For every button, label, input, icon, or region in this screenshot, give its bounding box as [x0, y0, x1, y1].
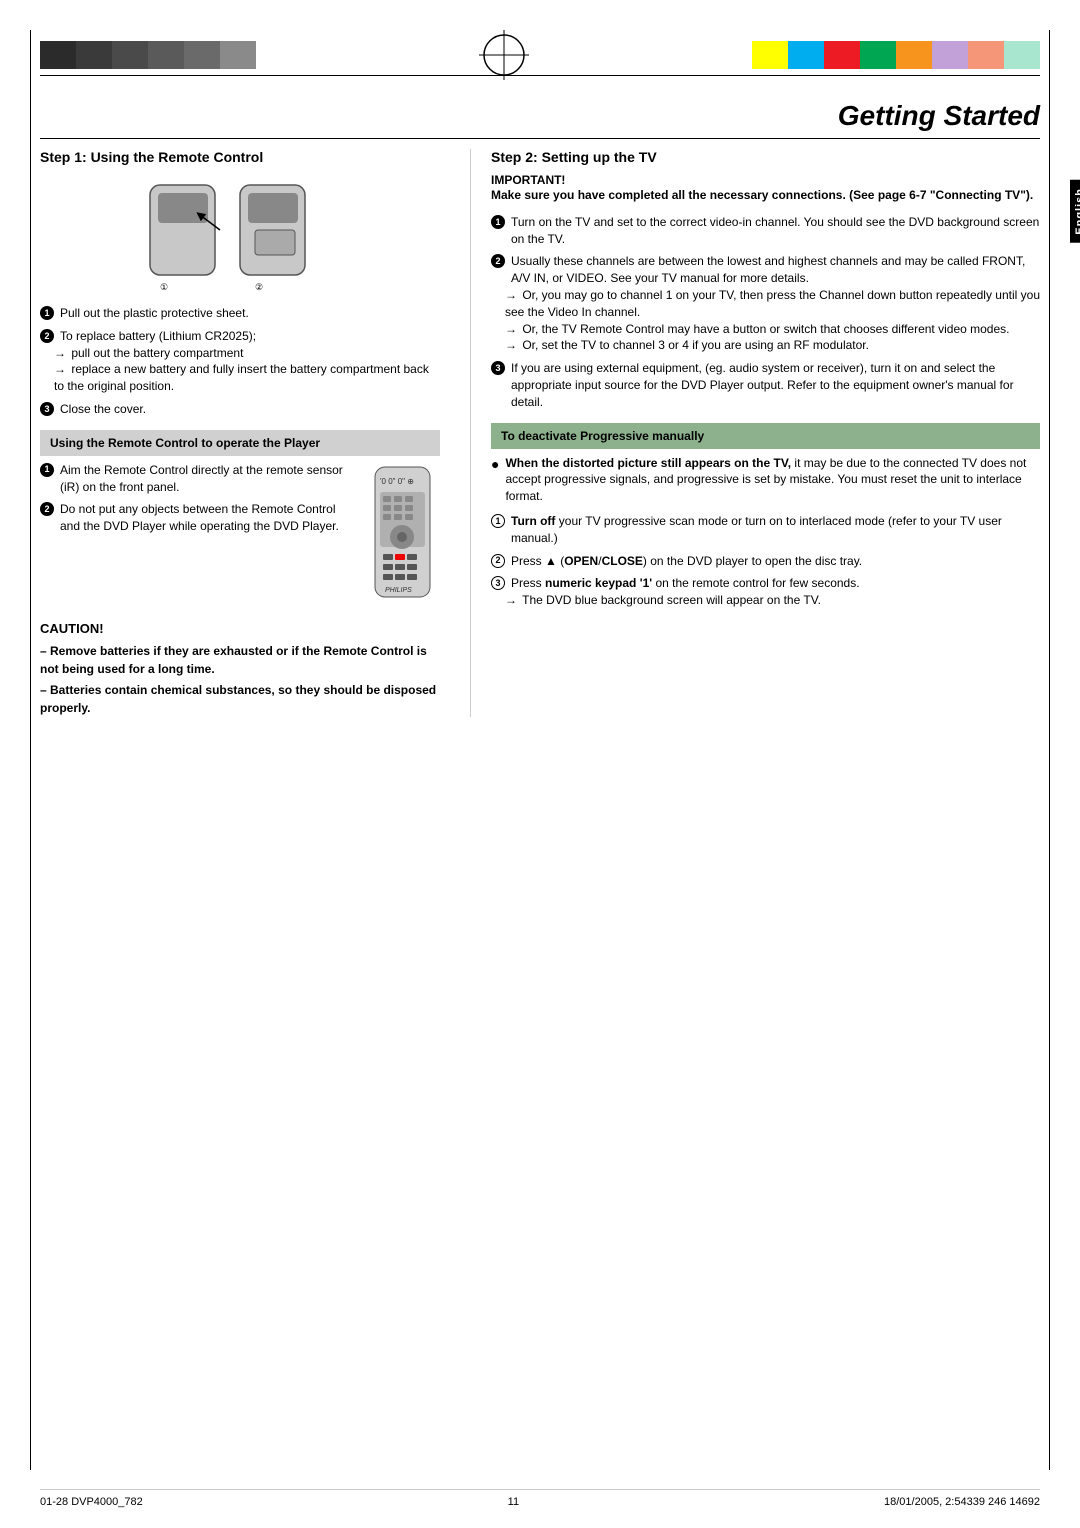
step2-num-2: 2 — [491, 254, 505, 268]
step1-item-2: 2 To replace battery (Lithium CR2025); →… — [40, 328, 440, 395]
footer-center: 11 — [508, 1496, 519, 1508]
remote-operate-content: 1 Aim the Remote Control directly at the… — [40, 462, 440, 605]
crosshair — [479, 30, 529, 80]
svg-text:PHILIPS: PHILIPS — [385, 587, 412, 594]
caution-line-2: – Batteries contain chemical substances,… — [40, 681, 440, 717]
step1-item-2-arrow2: → replace a new battery and fully insert… — [40, 361, 440, 395]
remote-control-image: ① ② — [140, 175, 340, 295]
operate-item-2: 2 Do not put any objects between the Rem… — [40, 501, 355, 535]
important-title: IMPORTANT! — [491, 173, 1040, 187]
deactivate-num-1: 1 — [491, 514, 505, 528]
step1-item-3: 3 Close the cover. — [40, 401, 440, 418]
deactivate-num-3: 3 — [491, 576, 505, 590]
swatch-3 — [112, 41, 148, 69]
swatch-green — [860, 41, 896, 69]
two-column-layout: Step 1: Using the Remote Control ① ② — [40, 149, 1040, 717]
svg-text:②: ② — [255, 282, 263, 292]
step2-heading: Step 2: Setting up the TV — [491, 149, 1040, 165]
swatch-2 — [76, 41, 112, 69]
small-remote-image: '0 0" 0" ⊕ — [365, 462, 440, 605]
deactivate-item-2: 2 Press ▲ (OPEN/CLOSE) on the DVD player… — [491, 553, 1040, 570]
caution-title: CAUTION! — [40, 619, 440, 639]
step2-num-1: 1 — [491, 215, 505, 229]
step2-item-2-arrow2: → Or, the TV Remote Control may have a b… — [491, 321, 1009, 338]
left-border-line — [30, 30, 31, 1470]
step2-item-2: 2 Usually these channels are between the… — [491, 253, 1040, 354]
swatch-6 — [220, 41, 256, 69]
top-divider — [40, 75, 1040, 76]
swatch-5 — [184, 41, 220, 69]
deactivate-item-3: 3 Press numeric keypad '1' on the remote… — [491, 575, 1040, 609]
step1-num-2: 2 — [40, 329, 54, 343]
deactivate-item-1: 1 Turn off your TV progressive scan mode… — [491, 513, 1040, 547]
remote-operate-box: Using the Remote Control to operate the … — [40, 430, 440, 456]
swatch-red — [824, 41, 860, 69]
swatch-yellow — [752, 41, 788, 69]
deactivate-item-bullet: ● When the distorted picture still appea… — [491, 455, 1040, 505]
language-tab: English — [1070, 180, 1080, 243]
deactivate-item-3-arrow1: → The DVD blue background screen will ap… — [491, 592, 821, 609]
operate-num-2: 2 — [40, 502, 54, 516]
swatch-1 — [40, 41, 76, 69]
color-bar-right — [752, 41, 1040, 69]
swatch-4 — [148, 41, 184, 69]
deactivate-num-2: 2 — [491, 554, 505, 568]
swatch-pink — [968, 41, 1004, 69]
bullet-dot: ● — [491, 455, 499, 475]
operate-item-1: 1 Aim the Remote Control directly at the… — [40, 462, 355, 496]
column-left: Step 1: Using the Remote Control ① ② — [40, 149, 440, 717]
step1-num-1: 1 — [40, 306, 54, 320]
swatch-purple — [932, 41, 968, 69]
caution-line-1: – Remove batteries if they are exhausted… — [40, 642, 440, 678]
footer: 01-28 DVP4000_782 11 18/01/2005, 2:54339… — [40, 1489, 1040, 1508]
footer-right: 18/01/2005, 2:54339 246 14692 — [884, 1496, 1040, 1508]
deactivate-box: To deactivate Progressive manually — [491, 423, 1040, 449]
svg-text:①: ① — [160, 282, 168, 292]
color-bar — [0, 30, 1080, 80]
swatch-cyan — [788, 41, 824, 69]
step1-num-3: 3 — [40, 402, 54, 416]
column-right: Step 2: Setting up the TV IMPORTANT! Mak… — [470, 149, 1040, 717]
step1-heading: Step 1: Using the Remote Control — [40, 149, 440, 165]
remote-operate-text: 1 Aim the Remote Control directly at the… — [40, 462, 355, 605]
step1-item-2-arrow1: → pull out the battery compartment — [40, 345, 243, 362]
step2-item-2-arrow1: → Or, you may go to channel 1 on your TV… — [491, 287, 1040, 321]
page-title: Getting Started — [40, 100, 1040, 139]
step2-item-1: 1 Turn on the TV and set to the correct … — [491, 214, 1040, 248]
svg-text:'0 0" 0" ⊕: '0 0" 0" ⊕ — [380, 477, 414, 486]
footer-left: 01-28 DVP4000_782 — [40, 1496, 143, 1508]
step2-item-3: 3 If you are using external equipment, (… — [491, 360, 1040, 410]
swatch-mint — [1004, 41, 1040, 69]
important-text: Make sure you have completed all the nec… — [491, 187, 1040, 204]
important-box: IMPORTANT! Make sure you have completed … — [491, 173, 1040, 204]
right-border-line — [1049, 30, 1050, 1470]
caution-box: CAUTION! – Remove batteries if they are … — [40, 619, 440, 718]
operate-num-1: 1 — [40, 463, 54, 477]
step2-num-3: 3 — [491, 361, 505, 375]
step2-item-2-arrow3: → Or, set the TV to channel 3 or 4 if yo… — [491, 337, 869, 354]
color-bar-left — [40, 41, 256, 69]
main-content: Getting Started Step 1: Using the Remote… — [40, 100, 1040, 1468]
step1-item-1: 1 Pull out the plastic protective sheet. — [40, 305, 440, 322]
swatch-orange — [896, 41, 932, 69]
